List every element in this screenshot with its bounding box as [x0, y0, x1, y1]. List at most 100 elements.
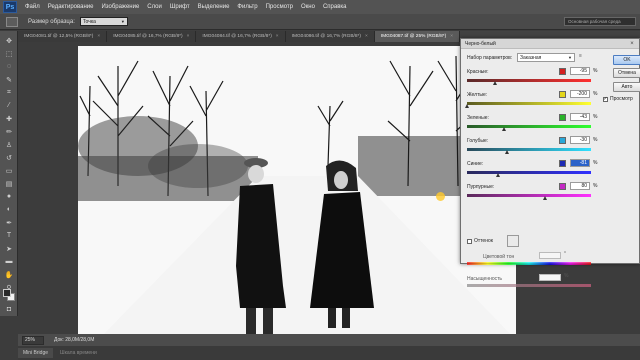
- tint-check-icon: [467, 238, 472, 244]
- close-icon[interactable]: ×: [628, 40, 636, 48]
- history-brush-icon[interactable]: ↺: [3, 152, 15, 163]
- slider-value-input[interactable]: -30: [570, 136, 590, 144]
- close-icon[interactable]: ×: [97, 34, 100, 39]
- path-select-icon[interactable]: ➤: [3, 243, 15, 254]
- slider-track[interactable]: [467, 102, 591, 105]
- color-slider-row: Синие: -81%: [467, 159, 599, 181]
- saturation-slider: [467, 284, 591, 287]
- close-icon[interactable]: ×: [276, 34, 279, 39]
- eyedropper-tool-icon[interactable]: [6, 16, 18, 27]
- crop-tool-icon[interactable]: ⌗: [3, 87, 15, 98]
- close-icon[interactable]: ×: [187, 34, 190, 39]
- preset-options-icon[interactable]: ≡: [579, 53, 582, 59]
- menu-select[interactable]: Выделение: [194, 4, 234, 10]
- sample-size-select[interactable]: Точка ▼: [79, 17, 128, 26]
- color-slider-row: Зеленые: -43%: [467, 113, 599, 135]
- hue-slider: [467, 262, 591, 265]
- menu-file[interactable]: Файл: [21, 4, 44, 10]
- slider-thumb[interactable]: [505, 150, 510, 154]
- quick-mask-icon[interactable]: ◘: [3, 304, 15, 315]
- saturation-label: Насыщенность: [467, 276, 503, 282]
- tab-document-5[interactable]: IMG04087.tif @ 25% (RGB/8*) ×: [374, 31, 461, 42]
- preview-checkbox[interactable]: ✓ Просмотр: [603, 96, 633, 102]
- lasso-tool-icon[interactable]: ◌: [3, 61, 15, 72]
- slider-value-input[interactable]: -81: [570, 159, 590, 167]
- tab-document-2[interactable]: IMG04085.tif @ 16,7% (RGB/8*) ×: [107, 31, 197, 42]
- menu-help[interactable]: Справка: [319, 4, 351, 10]
- slider-value-input[interactable]: -43: [570, 113, 590, 121]
- document-size-info: Док: 28,0M/28,0M: [54, 337, 95, 343]
- menu-image[interactable]: Изображение: [97, 4, 143, 10]
- slider-value-input[interactable]: 80: [570, 182, 590, 190]
- menu-bar: Ps Файл Редактирование Изображение Слои …: [0, 0, 640, 14]
- healing-brush-icon[interactable]: ✚: [3, 113, 15, 124]
- zoom-level-field[interactable]: 25%: [22, 335, 44, 345]
- workspace-value: Основная рабочая среда: [568, 19, 621, 24]
- marquee-tool-icon[interactable]: ⬚: [3, 48, 15, 59]
- gradient-tool-icon[interactable]: ▤: [3, 178, 15, 189]
- color-slider-row: Красные: -95%: [467, 67, 599, 89]
- cancel-button[interactable]: Отмена: [613, 68, 640, 78]
- preset-select[interactable]: Заказная ▼: [517, 53, 575, 62]
- percent-unit: %: [593, 183, 598, 189]
- tab-mini-bridge[interactable]: Mini Bridge: [18, 348, 54, 358]
- tint-checkbox[interactable]: Оттенок: [467, 238, 493, 244]
- menu-edit[interactable]: Редактирование: [44, 4, 98, 10]
- slider-label: Красные:: [467, 69, 489, 75]
- menu-view[interactable]: Просмотр: [262, 4, 297, 10]
- slider-track[interactable]: [467, 171, 591, 174]
- color-slider-row: Пурпурные: 80%: [467, 182, 599, 204]
- slider-track[interactable]: [467, 194, 591, 197]
- slider-track[interactable]: [467, 125, 591, 128]
- saturation-input: [539, 274, 561, 281]
- close-icon[interactable]: ×: [365, 34, 368, 39]
- document-image[interactable]: [78, 46, 516, 340]
- ok-button[interactable]: OK: [613, 55, 640, 65]
- workspace-select[interactable]: Основная рабочая среда: [564, 17, 636, 26]
- menu-window[interactable]: Окно: [297, 4, 319, 10]
- slider-thumb[interactable]: [495, 173, 500, 177]
- dodge-tool-icon[interactable]: ◐: [3, 204, 15, 215]
- slider-thumb[interactable]: [501, 127, 506, 131]
- hue-input: [539, 252, 561, 259]
- tab-document-1[interactable]: IMG04081.tif @ 12,5% (RGB/8*) ×: [18, 31, 108, 42]
- clone-stamp-icon[interactable]: ♙: [3, 139, 15, 150]
- color-chip: [559, 91, 566, 98]
- percent-unit: %: [593, 160, 598, 166]
- tab-document-4[interactable]: IMG04086.tif @ 16,7% (RGB/8*) ×: [285, 31, 375, 42]
- brush-tool-icon[interactable]: ✏: [3, 126, 15, 137]
- slider-label: Желтые:: [467, 92, 488, 98]
- close-icon[interactable]: ×: [450, 34, 453, 39]
- hand-tool-icon[interactable]: ✋: [3, 269, 15, 280]
- slider-thumb[interactable]: [464, 104, 469, 108]
- auto-button[interactable]: Авто: [613, 82, 640, 92]
- shape-tool-icon[interactable]: ▬: [3, 256, 15, 267]
- foreground-color-swatch[interactable]: [3, 289, 11, 297]
- percent-unit: %: [593, 114, 598, 120]
- tab-timeline[interactable]: Шкала времени: [55, 348, 102, 358]
- tab-label: IMG04081.tif @ 12,5% (RGB/8*): [24, 34, 94, 39]
- eraser-tool-icon[interactable]: ▭: [3, 165, 15, 176]
- slider-value-input[interactable]: -95: [570, 67, 590, 75]
- slider-label: Зеленые:: [467, 115, 489, 121]
- menu-type[interactable]: Шрифт: [166, 4, 194, 10]
- slider-thumb[interactable]: [493, 81, 498, 85]
- slider-track[interactable]: [467, 79, 591, 82]
- type-tool-icon[interactable]: T: [3, 230, 15, 241]
- chevron-down-icon: ▼: [120, 19, 125, 24]
- blur-tool-icon[interactable]: ●: [3, 191, 15, 202]
- slider-value-input[interactable]: -200: [570, 90, 590, 98]
- menu-layers[interactable]: Слои: [143, 4, 166, 10]
- slider-thumb[interactable]: [542, 196, 547, 200]
- menu-filter[interactable]: Фильтр: [233, 4, 261, 10]
- preset-label: Набор параметров:: [467, 55, 513, 61]
- winter-photo-illustration: [78, 46, 516, 340]
- slider-track[interactable]: [467, 148, 591, 151]
- color-chip: [559, 114, 566, 121]
- pen-tool-icon[interactable]: ✒: [3, 217, 15, 228]
- percent-unit: %: [593, 91, 598, 97]
- eyedropper-icon[interactable]: ⁄: [3, 100, 15, 111]
- move-tool-icon[interactable]: ✥: [3, 35, 15, 46]
- tab-document-3[interactable]: IMG04084.tif @ 16,7% (RGB/8*) ×: [196, 31, 286, 42]
- quick-select-tool-icon[interactable]: ✎: [3, 74, 15, 85]
